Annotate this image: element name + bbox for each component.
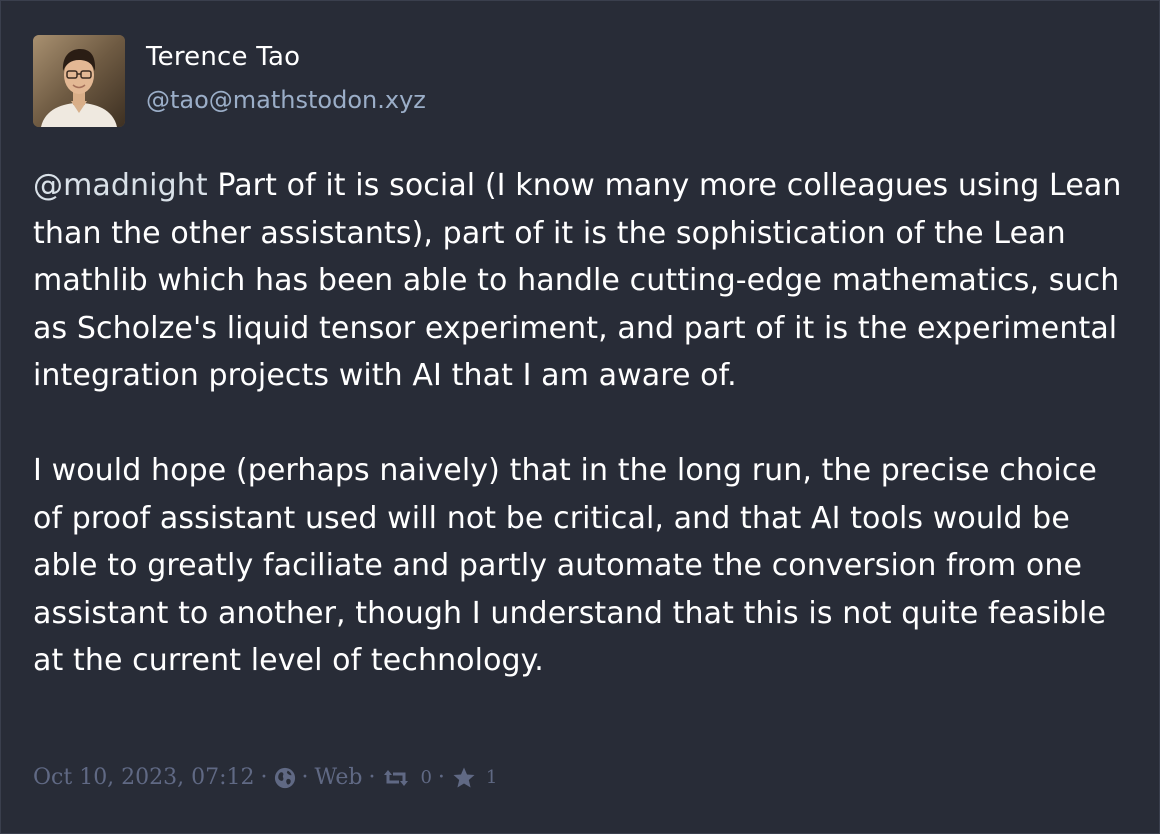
application-name: Web — [314, 765, 363, 790]
timestamp-link[interactable]: Oct 10, 2023, 07:12 — [33, 765, 255, 790]
favourite-count: 1 — [485, 767, 498, 788]
avatar-image — [33, 35, 125, 127]
status-header: Terence Tao @tao@mathstodon.xyz — [33, 35, 426, 127]
status-card: Terence Tao @tao@mathstodon.xyz @madnigh… — [0, 0, 1160, 834]
display-name[interactable]: Terence Tao — [146, 41, 426, 73]
globe-icon — [274, 767, 296, 789]
meta-separator: · — [260, 765, 268, 790]
status-meta: Oct 10, 2023, 07:12 · · Web · 0 · 1 — [33, 765, 497, 790]
meta-separator: · — [437, 765, 445, 790]
account-handle[interactable]: @tao@mathstodon.xyz — [146, 85, 426, 115]
meta-separator: · — [301, 765, 309, 790]
content-paragraph-2: I would hope (perhaps naively) that in t… — [33, 453, 1107, 678]
mention-link[interactable]: @madnight — [33, 168, 208, 203]
meta-separator: · — [368, 765, 376, 790]
star-icon[interactable] — [451, 766, 477, 790]
avatar[interactable] — [33, 35, 125, 127]
status-content: @madnight Part of it is social (I know m… — [33, 162, 1133, 685]
content-paragraph-1: @madnight Part of it is social (I know m… — [33, 162, 1133, 400]
author-names: Terence Tao @tao@mathstodon.xyz — [146, 35, 426, 115]
retweet-icon[interactable] — [381, 767, 411, 789]
reblog-count: 0 — [420, 767, 432, 788]
